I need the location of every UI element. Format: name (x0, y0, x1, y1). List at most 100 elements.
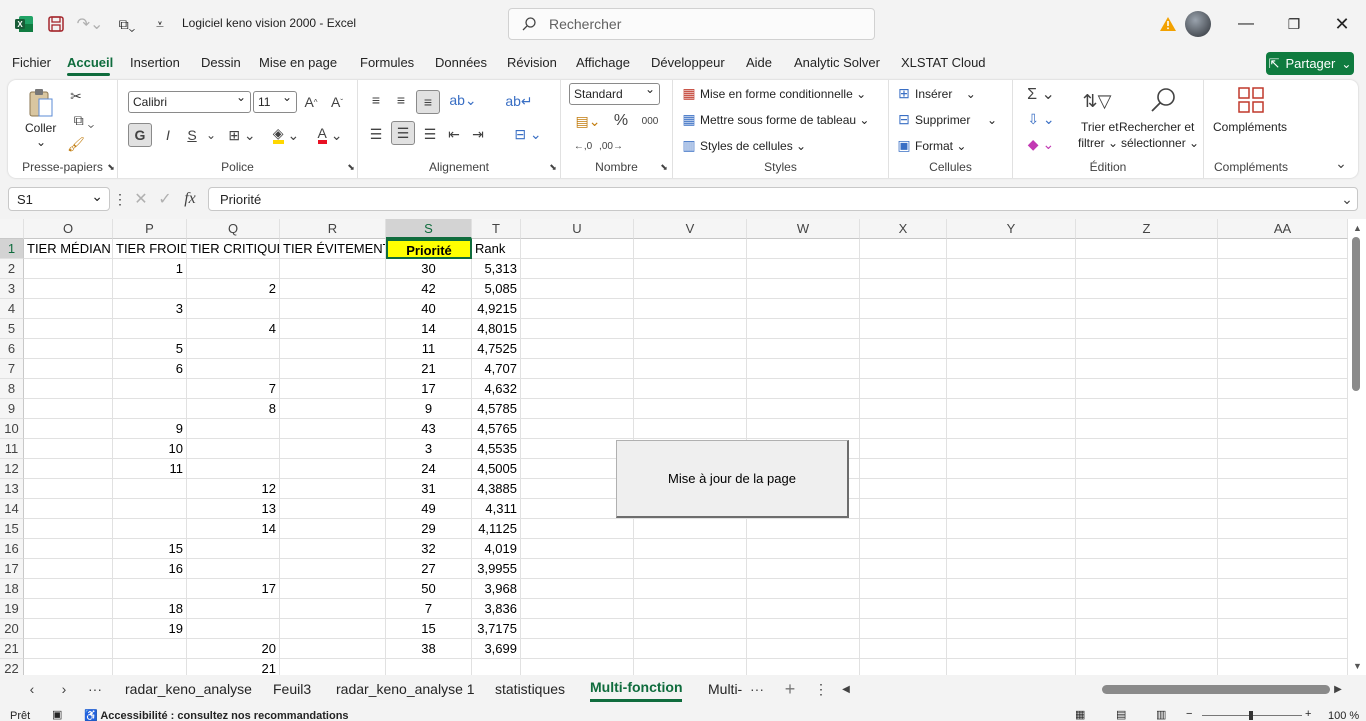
table-cell-r[interactable] (280, 479, 386, 499)
table-cell-t[interactable]: 3,699 (472, 639, 521, 659)
table-cell-o[interactable] (24, 299, 113, 319)
increase-decimal-icon[interactable]: ←,0 (571, 135, 595, 157)
grid-cell[interactable] (1076, 259, 1218, 279)
align-left-icon[interactable]: ☰ (366, 123, 386, 145)
table-cell-o[interactable] (24, 279, 113, 299)
restore-icon[interactable]: ❐ (1284, 14, 1304, 34)
table-cell-s[interactable]: 11 (386, 339, 472, 359)
table-cell-s[interactable]: 30 (386, 259, 472, 279)
decrease-indent-icon[interactable]: ⇤ (444, 123, 464, 145)
grid-cell[interactable] (947, 239, 1076, 259)
table-cell-p[interactable] (113, 639, 187, 659)
grid-cell[interactable] (860, 619, 947, 639)
grid-cell[interactable] (747, 539, 860, 559)
table-cell-q[interactable] (187, 299, 280, 319)
grid-cell[interactable] (860, 519, 947, 539)
table-cell-r[interactable] (280, 359, 386, 379)
table-cell-r[interactable] (280, 459, 386, 479)
table-cell-p[interactable] (113, 499, 187, 519)
table-cell-o[interactable] (24, 639, 113, 659)
italic-button[interactable]: I (158, 123, 178, 147)
grid-cell[interactable] (947, 399, 1076, 419)
table-cell-t[interactable]: 4,7525 (472, 339, 521, 359)
table-cell-s[interactable]: 3 (386, 439, 472, 459)
grid-cell[interactable] (1218, 619, 1348, 639)
scroll-up-icon[interactable]: ▲ (1353, 223, 1362, 233)
table-cell-q[interactable] (187, 419, 280, 439)
grid-cell[interactable] (947, 459, 1076, 479)
table-cell-s[interactable]: 29 (386, 519, 472, 539)
sheet-tab-radar-keno-analyse-1[interactable]: radar_keno_analyse 1 (336, 681, 475, 697)
conditional-format-button[interactable]: Mise en forme conditionnelle ⌄ (700, 87, 866, 101)
grid-cell[interactable] (521, 519, 634, 539)
row-header[interactable]: 17 (0, 559, 24, 579)
table-cell-p[interactable] (113, 659, 187, 675)
table-cell-o[interactable] (24, 499, 113, 519)
table-cell-q[interactable] (187, 459, 280, 479)
grid-cell[interactable] (860, 639, 947, 659)
column-header-q[interactable]: Q (187, 219, 280, 239)
table-cell-p[interactable]: 10 (113, 439, 187, 459)
grid-cell[interactable] (1218, 299, 1348, 319)
grid-cell[interactable] (1218, 279, 1348, 299)
accessibility-status[interactable]: ♿ Accessibilité : consultez nos recomman… (84, 709, 349, 721)
grid-cell[interactable] (521, 399, 634, 419)
header-cell-r[interactable]: TIER ÉVITEMENT (280, 239, 386, 259)
grid-cell[interactable] (947, 659, 1076, 675)
find-select-icon[interactable] (1145, 84, 1181, 118)
table-cell-s[interactable]: 14 (386, 319, 472, 339)
grid-cell[interactable] (521, 259, 634, 279)
table-cell-p[interactable] (113, 279, 187, 299)
grid-cell[interactable] (860, 659, 947, 675)
grid-cell[interactable] (947, 639, 1076, 659)
table-cell-o[interactable] (24, 359, 113, 379)
tab-insertion[interactable]: Insertion (130, 55, 180, 70)
row-header[interactable]: 14 (0, 499, 24, 519)
table-cell-t[interactable]: 4,5005 (472, 459, 521, 479)
grid-cell[interactable] (1218, 659, 1348, 675)
sort-filter-icon[interactable]: ⇅▽ (1079, 84, 1115, 118)
header-cell-q[interactable]: TIER CRITIQUE (187, 239, 280, 259)
bold-button[interactable]: G (128, 123, 152, 147)
zoom-out-icon[interactable]: − (1186, 708, 1192, 720)
scroll-left-icon[interactable]: ◀ (840, 681, 852, 697)
grid-cell[interactable] (521, 279, 634, 299)
table-cell-r[interactable] (280, 319, 386, 339)
table-cell-t[interactable]: 4,707 (472, 359, 521, 379)
grid-cell[interactable] (747, 339, 860, 359)
tab-formules[interactable]: Formules (360, 55, 414, 70)
grid-cell[interactable] (1076, 539, 1218, 559)
grid-cell[interactable] (860, 499, 947, 519)
prev-sheet-icon[interactable]: ‹ (24, 681, 40, 697)
grid-cell[interactable] (1218, 439, 1348, 459)
grid-cell[interactable] (947, 539, 1076, 559)
avatar[interactable] (1185, 11, 1211, 37)
table-cell-s[interactable]: 15 (386, 619, 472, 639)
grid-cell[interactable] (947, 499, 1076, 519)
increase-indent-icon[interactable]: ⇥ (468, 123, 488, 145)
table-cell-t[interactable]: 3,9955 (472, 559, 521, 579)
grid-cell[interactable] (1218, 259, 1348, 279)
row-header[interactable]: 18 (0, 579, 24, 599)
normal-view-icon[interactable]: ▦ (1075, 708, 1085, 721)
delete-cells-icon[interactable]: ⊟ (895, 110, 913, 128)
table-cell-o[interactable] (24, 419, 113, 439)
tab-accueil[interactable]: Accueil (67, 55, 113, 70)
grid-cell[interactable] (947, 279, 1076, 299)
table-cell-t[interactable]: 4,3885 (472, 479, 521, 499)
table-cell-q[interactable] (187, 339, 280, 359)
grid-cell[interactable] (1076, 239, 1218, 259)
table-cell-q[interactable] (187, 559, 280, 579)
format-button[interactable]: Format ⌄ (915, 139, 966, 153)
grid-cell[interactable] (521, 559, 634, 579)
grid-cell[interactable] (1218, 419, 1348, 439)
share-button[interactable]: ⇱ Partager ⌄ (1266, 52, 1354, 75)
table-cell-p[interactable]: 11 (113, 459, 187, 479)
page-break-icon[interactable]: ▥ (1156, 708, 1166, 721)
grid-cell[interactable] (521, 339, 634, 359)
table-cell-r[interactable] (280, 399, 386, 419)
table-cell-p[interactable] (113, 319, 187, 339)
zoom-slider-thumb[interactable] (1249, 711, 1253, 720)
grid-cell[interactable] (860, 379, 947, 399)
grid-cell[interactable] (747, 659, 860, 675)
